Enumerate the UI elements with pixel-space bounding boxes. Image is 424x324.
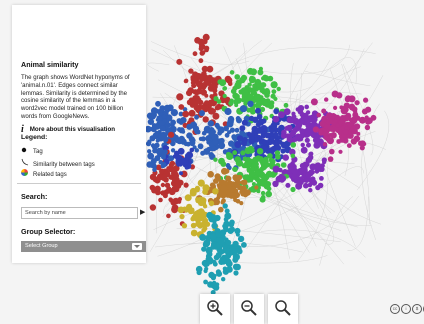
color-wheel-icon [21, 169, 33, 178]
dot-icon [21, 147, 33, 155]
zoom-out-icon [241, 300, 257, 316]
divider [17, 183, 141, 184]
legend-label: Related tags [33, 172, 67, 178]
panel-description: The graph shows WordNet hyponyms of 'ani… [21, 74, 130, 120]
curved-line-icon [21, 158, 33, 168]
search-arrow-icon[interactable]: ▶ [140, 208, 145, 216]
legend-label: Tag [33, 149, 43, 155]
search-heading: Search: [21, 192, 48, 201]
zoom-in-button[interactable] [200, 294, 230, 324]
zoom-reset-icon [275, 300, 291, 316]
more-about-link[interactable]: i More about this visualisation [21, 123, 116, 135]
group-select[interactable]: Select Group [21, 241, 146, 252]
group-selector-heading: Group Selector: [21, 227, 76, 236]
legend-item-related: Related tags [21, 169, 67, 178]
search-input[interactable]: Search by name [21, 207, 138, 219]
creative-commons-icon[interactable]: cci$= [390, 304, 424, 314]
legend-label: Similarity between tags [33, 162, 95, 168]
info-panel: Animal similarity The graph shows WordNe… [12, 5, 146, 263]
more-about-label: More about this visualisation [29, 126, 116, 133]
legend-heading: Legend: [21, 134, 48, 141]
zoom-out-button[interactable] [234, 294, 264, 324]
legend-item-edge: Similarity between tags [21, 158, 95, 168]
group-select-value: Select Group [25, 243, 58, 249]
legend-item-tag: Tag [21, 147, 43, 155]
zoom-in-icon [207, 300, 223, 316]
panel-title: Animal similarity [21, 60, 79, 69]
chevron-down-icon [132, 243, 142, 250]
zoom-reset-button[interactable] [268, 294, 298, 324]
